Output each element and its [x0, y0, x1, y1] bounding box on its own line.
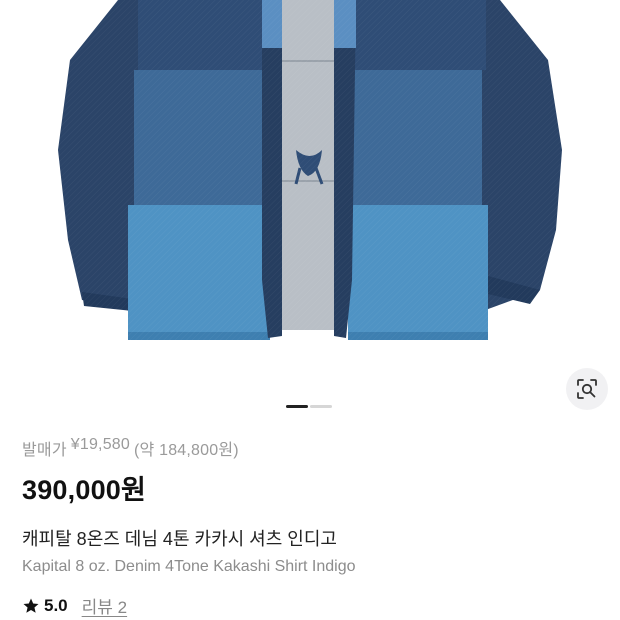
original-price: 발매가 ¥19,580 (약 184,800원) — [22, 436, 598, 460]
original-price-label: 발매가 — [22, 442, 67, 459]
product-detail-page: 발매가 ¥19,580 (약 184,800원) 390,000원 캐피탈 8온… — [0, 0, 620, 620]
price: 390,000원 — [22, 475, 147, 505]
star-icon — [23, 598, 39, 613]
product-image[interactable] — [0, 0, 620, 420]
lens-search-icon — [577, 379, 597, 399]
rating-score: 5.0 — [44, 595, 68, 615]
product-name-ko: 캐피탈 8온즈 데님 4톤 카카시 셔츠 인디고 — [22, 529, 337, 549]
pager-dot[interactable] — [310, 405, 332, 408]
pager-dot-active[interactable] — [286, 405, 308, 408]
lens-search-button[interactable] — [566, 368, 608, 410]
rating-row: 5.0 리뷰 2 — [22, 593, 598, 618]
product-info: 발매가 ¥19,580 (약 184,800원) 390,000원 캐피탈 8온… — [22, 436, 598, 618]
original-price-yen: ¥19,580 — [70, 436, 131, 453]
reviews-link[interactable]: 리뷰 2 — [82, 593, 127, 618]
product-name-en: Kapital 8 oz. Denim 4Tone Kakashi Shirt … — [22, 558, 356, 575]
jacket-illustration — [0, 0, 620, 345]
original-price-krw: (약 184,800원) — [134, 442, 239, 459]
gallery-pager — [286, 405, 332, 408]
